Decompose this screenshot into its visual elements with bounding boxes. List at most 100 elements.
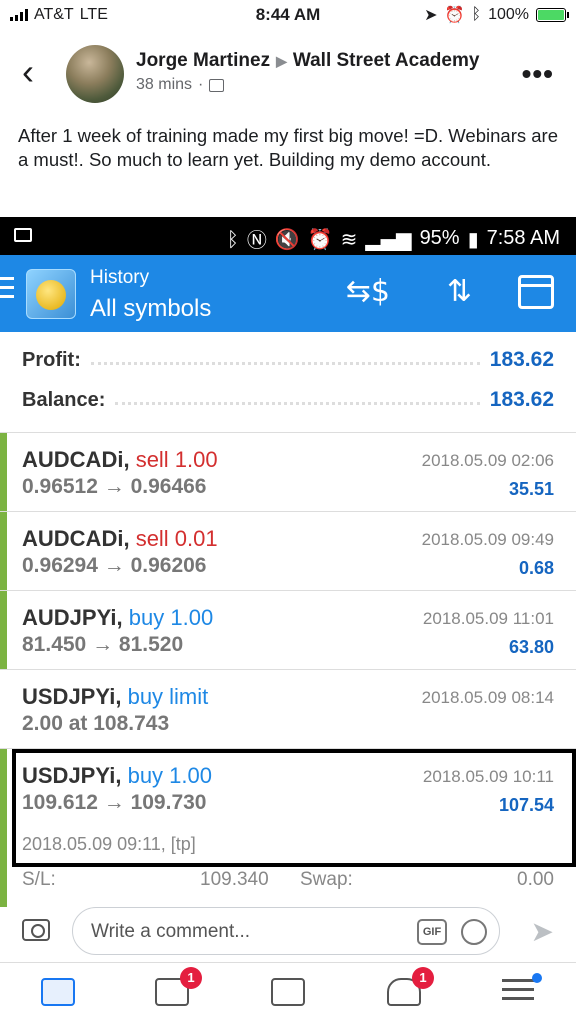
watch-badge: 1 [180,967,202,989]
post-time[interactable]: 38 mins [136,76,192,94]
mt-subtitle: History [90,267,150,288]
trade-date: 2018.05.09 08:14 [421,688,554,707]
camera-icon[interactable] [22,919,50,941]
back-button[interactable]: ‹ [22,54,34,90]
trade-indicator [0,591,7,669]
tab-marketplace[interactable] [268,973,308,1013]
profit-label: Profit: [22,348,81,371]
group-name[interactable]: Wall Street Academy [293,50,480,71]
comment-placeholder: Write a comment... [91,921,251,942]
trade-action: buy 1.00 [127,763,212,788]
balance-label: Balance: [22,388,106,411]
audience-icon [209,78,225,92]
comment-composer: Write a comment... GIF ➤ [0,907,576,957]
trade-indicator [0,749,7,907]
dot-leader [115,395,480,405]
battery-percent: 100% [488,6,529,23]
trade-symbol: AUDCADi, [22,526,130,551]
comment-input[interactable]: Write a comment... GIF [72,907,500,955]
trade-date: 2018.05.09 11:01 [422,609,554,628]
tab-notifications[interactable]: 1 [384,967,434,1013]
calendar-icon[interactable] [518,275,554,309]
trade-symbol-line: USDJPYi, buy limit [22,684,208,710]
mt-toolbar: History All symbols ⇆$ ⇅ [0,255,576,332]
trade-profit: 0.68 [518,558,554,578]
tab-watch[interactable]: 1 [152,967,202,1013]
wifi-icon: ≋ [340,226,358,251]
trade-profit: 35.51 [508,479,554,499]
android-status-icons: ᛒ Ⓝ 🔇 ⏰ ≋ ▂▄▆ 95% ▮ 7:58 AM [227,224,560,253]
post-text: After 1 week of training made my first b… [18,125,558,170]
trade-symbol: USDJPYi, [22,684,122,709]
trade-action: buy limit [127,684,209,709]
post-meta: 38 mins · [136,76,225,94]
symbol-filter-icon[interactable]: ⇆$ [346,273,390,311]
mute-icon: 🔇 [274,226,300,251]
android-status-bar: ᛒ Ⓝ 🔇 ⏰ ≋ ▂▄▆ 95% ▮ 7:58 AM [0,217,576,255]
dot-leader [90,355,480,365]
author-name[interactable]: Jorge Martinez [136,50,270,71]
trade-prices: 109.612 → 109.730 [22,791,207,814]
trade-symbol: AUDCADi, [22,447,130,472]
hamburger-icon[interactable] [0,277,14,304]
android-time: 7:58 AM [486,227,560,249]
trade-symbol: AUDJPYi, [22,605,123,630]
trade-indicator [0,433,7,511]
trade-row[interactable]: AUDCADi, sell 0.01 0.96294 → 0.96206 201… [0,511,576,590]
trade-symbol-line: AUDJPYi, buy 1.00 [22,605,213,631]
mt-title: All symbols [90,295,212,322]
trade-detail-time: 2018.05.09 09:11, [tp] [22,834,196,854]
trade-prices: 0.96512 → 0.96466 [22,475,207,498]
send-icon[interactable]: ➤ [531,915,554,948]
emoji-icon[interactable] [461,919,487,945]
trade-action: sell 0.01 [135,526,218,551]
trade-symbol-line: AUDCADi, sell 1.00 [22,447,218,473]
trade-prices: 0.96294 → 0.96206 [22,554,207,577]
signal-icon: ▂▄▆ [365,226,412,251]
trade-profit: 107.54 [498,795,554,815]
arrow-right-icon: ▶ [276,53,287,69]
trade-date: 2018.05.09 10:11 [422,767,554,786]
news-feed-icon [41,978,75,1006]
trade-symbol-line: USDJPYi, buy 1.00 [22,763,212,789]
ios-status-bar: AT&T LTE 8:44 AM ➤ ⏰ ᛒ 100% [0,0,576,30]
tab-news-feed[interactable] [38,973,78,1013]
mail-icon [14,228,32,242]
sl-value: 109.340 [200,869,269,890]
location-icon: ➤ [424,7,438,24]
swap-label: Swap: [300,869,353,890]
trade-date: 2018.05.09 09:49 [421,530,554,549]
marketplace-icon [271,978,305,1006]
summary: Profit: 183.62 Balance: 183.62 [0,340,576,420]
android-battery-percent: 95% [419,227,460,249]
sort-icon[interactable]: ⇅ [447,273,472,311]
post-header: ‹ Jorge Martinez ▶ Wall Street Academy 38 … [0,40,576,110]
alarm-icon: ⏰ [444,7,465,24]
trade-action: sell 1.00 [135,447,218,472]
more-options-button[interactable]: ••• [522,58,554,90]
android-battery-icon: ▮ [467,226,479,251]
meta-separator: · [198,76,204,93]
order-row[interactable]: USDJPYi, buy limit 2.00 at 108.743 2018.… [0,669,576,748]
post-image[interactable]: ᛒ Ⓝ 🔇 ⏰ ≋ ▂▄▆ 95% ▮ 7:58 AM History All … [0,217,576,907]
menu-icon [498,979,538,1000]
profit-row: Profit: 183.62 [22,340,554,380]
bottom-tab-bar: 1 1 [0,962,576,1024]
avatar[interactable] [66,45,124,103]
trade-action: buy 1.00 [128,605,214,630]
trade-indicator [0,512,7,590]
trade-prices: 2.00 at 108.743 [22,712,170,735]
bluetooth-icon: ᛒ [226,226,239,251]
trade-date: 2018.05.09 02:06 [421,451,554,470]
bluetooth-icon: ᛒ [471,6,482,23]
metatrader-logo-icon [26,269,76,319]
trade-row[interactable]: AUDCADi, sell 1.00 0.96512 → 0.96466 201… [0,432,576,511]
trade-row[interactable]: AUDJPYi, buy 1.00 81.450 → 81.520 2018.0… [0,590,576,669]
gif-icon[interactable]: GIF [417,919,447,945]
battery-icon [536,8,569,22]
trade-symbol-line: AUDCADi, sell 0.01 [22,526,218,552]
status-right: ➤ ⏰ ᛒ 100% [424,5,569,25]
sl-swap-row: S/L: 109.340 Swap: 0.00 [22,869,554,891]
tab-menu[interactable] [498,973,542,1013]
